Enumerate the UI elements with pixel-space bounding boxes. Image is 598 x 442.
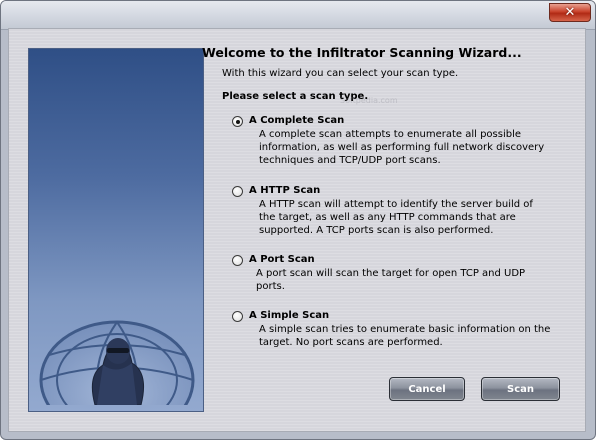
radio-port-scan[interactable] [232,255,243,266]
scan-button[interactable]: Scan [481,377,560,401]
option-description: A complete scan attempts to enumerate al… [259,129,545,166]
wizard-side-panel [28,48,204,412]
option-title: A HTTP Scan [249,185,321,196]
cancel-button[interactable]: Cancel [389,377,465,401]
wizard-intro-text: With this wizard you can select your sca… [222,68,459,79]
option-title: A Complete Scan [249,115,345,126]
option-description: A HTTP scan will attempt to identify the… [259,199,533,236]
radio-complete-scan[interactable] [232,116,243,127]
close-icon: ✕ [564,5,576,20]
globe-figure-logo-icon [39,320,195,405]
wizard-title: Welcome to the Infiltrator Scanning Wiza… [202,45,522,60]
watermark: Softpedia.com [340,96,398,105]
option-title: A Simple Scan [249,310,330,321]
close-button[interactable]: ✕ [549,3,591,22]
title-bar[interactable]: ✕ [1,1,595,30]
option-title: A Port Scan [249,254,315,265]
radio-http-scan[interactable] [232,186,243,197]
option-description: A port scan will scan the target for ope… [256,268,526,292]
option-description: A simple scan tries to enumerate basic i… [259,324,551,348]
radio-simple-scan[interactable] [232,311,243,322]
